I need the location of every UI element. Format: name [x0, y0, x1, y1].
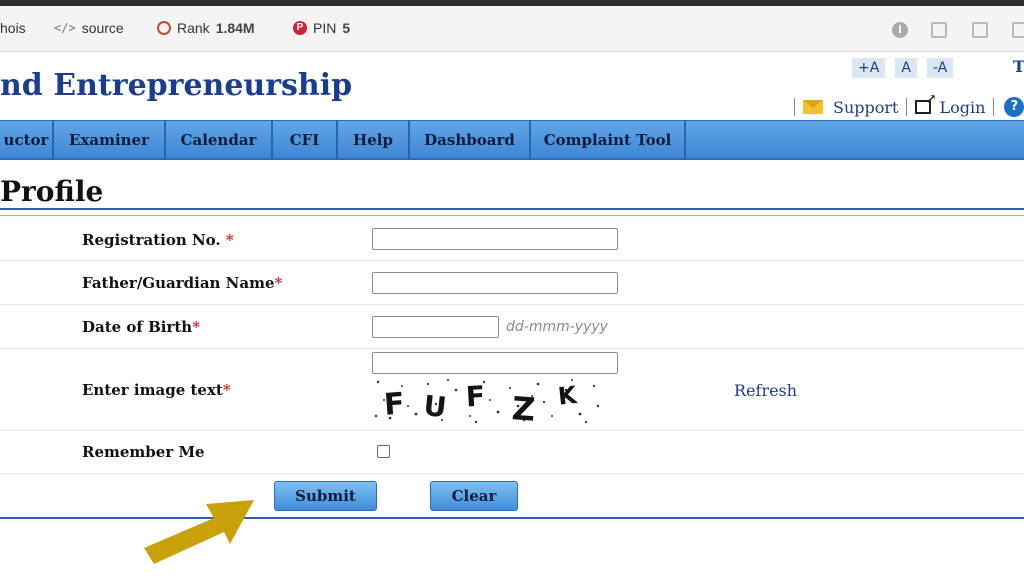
rank-label: Rank	[177, 20, 210, 36]
guardian-input[interactable]	[372, 272, 618, 294]
header-links: Support Login ?	[786, 92, 1024, 118]
external-link-icon	[915, 92, 936, 114]
row-divider	[0, 473, 1024, 474]
registration-input[interactable]	[372, 228, 618, 250]
help-icon[interactable]: ?	[1004, 97, 1024, 117]
captcha-char: U	[422, 389, 448, 424]
font-normal-button[interactable]: A	[895, 58, 917, 78]
source-link[interactable]: </> source	[54, 20, 124, 36]
screen-icon[interactable]	[931, 22, 947, 38]
pin-value: 5	[342, 20, 351, 36]
required-mark: *	[225, 231, 234, 249]
remember-checkbox[interactable]	[377, 445, 390, 458]
guardian-label: Father/Guardian Name*	[82, 274, 282, 292]
captcha-input[interactable]	[372, 352, 618, 374]
captcha-label-text: Enter image text	[82, 381, 223, 399]
nav-calendar[interactable]: Calendar	[166, 121, 273, 159]
separator	[794, 98, 795, 116]
login-label: Login	[939, 97, 986, 117]
remember-label: Remember Me	[82, 443, 205, 461]
captcha-label: Enter image text*	[82, 381, 231, 399]
dob-format-hint: dd-mmm-yyyy	[506, 319, 608, 335]
report-icon[interactable]	[972, 22, 988, 38]
title-divider-secondary	[0, 215, 1024, 216]
dob-label-text: Date of Birth	[82, 318, 193, 336]
page-title: Profile	[0, 175, 104, 208]
nav-instructor[interactable]: uctor	[0, 121, 54, 159]
row-divider	[0, 430, 1024, 431]
support-link[interactable]: Support	[803, 98, 898, 117]
whois-label: hois	[0, 20, 26, 36]
whois-link[interactable]: hois	[0, 20, 26, 36]
support-label: Support	[833, 97, 899, 117]
captcha-char: F	[465, 380, 486, 414]
pinterest-icon: P	[293, 21, 307, 35]
registration-label-text: Registration No.	[82, 231, 221, 249]
info-icon[interactable]: i	[892, 22, 908, 38]
clear-button[interactable]: Clear	[430, 481, 518, 511]
nav-complaint-tool[interactable]: Complaint Tool	[531, 121, 686, 159]
captcha-image: F U F Z K	[372, 376, 604, 424]
font-increase-button[interactable]: +A	[852, 58, 886, 78]
required-mark: *	[192, 318, 201, 336]
required-mark: *	[274, 274, 283, 292]
main-nav: uctor Examiner Calendar CFI Help Dashboa…	[0, 120, 1024, 160]
captcha-char: Z	[511, 389, 537, 424]
source-label: source	[81, 20, 124, 36]
nav-cfi[interactable]: CFI	[273, 121, 338, 159]
site-title: nd Entrepreneurship	[0, 68, 353, 103]
font-size-controls: +A A -A	[852, 58, 954, 78]
envelope-icon	[803, 100, 823, 114]
row-divider	[0, 260, 1024, 261]
code-icon: </>	[54, 21, 76, 35]
nav-examiner[interactable]: Examiner	[54, 121, 166, 159]
rank-icon	[157, 21, 171, 35]
guardian-label-text: Father/Guardian Name	[82, 274, 275, 292]
row-divider	[0, 304, 1024, 305]
separator	[906, 98, 908, 116]
dob-input[interactable]	[372, 316, 499, 338]
required-mark: *	[222, 381, 231, 399]
nav-dashboard[interactable]: Dashboard	[410, 121, 531, 159]
registration-label: Registration No. *	[82, 231, 234, 249]
separator	[993, 98, 995, 116]
font-decrease-button[interactable]: -A	[926, 58, 954, 78]
rank-link[interactable]: Rank 1.84M	[157, 20, 255, 36]
nav-help[interactable]: Help	[338, 121, 410, 159]
login-link[interactable]: Login	[915, 92, 986, 117]
rank-value: 1.84M	[215, 20, 255, 36]
captcha-char: F	[383, 386, 406, 422]
pointer-arrow-icon	[144, 500, 254, 564]
theme-toggle[interactable]: T	[1013, 57, 1024, 76]
row-divider	[0, 348, 1024, 349]
extension-toolbar: hois </> source Rank 1.84M P PIN 5 i	[0, 6, 1024, 52]
pin-label: PIN	[313, 20, 337, 36]
dob-label: Date of Birth*	[82, 318, 200, 336]
submit-button[interactable]: Submit	[274, 481, 377, 511]
panel-icon[interactable]	[1012, 22, 1024, 38]
captcha-refresh-link[interactable]: Refresh	[734, 381, 797, 400]
title-divider	[0, 208, 1024, 210]
pin-link[interactable]: P PIN 5	[293, 20, 350, 36]
